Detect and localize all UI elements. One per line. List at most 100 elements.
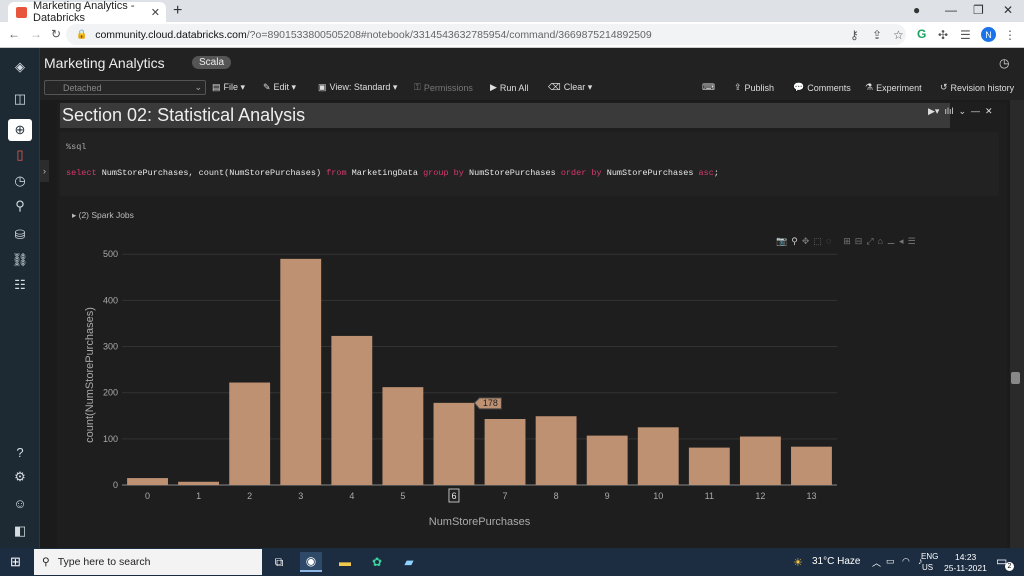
schedule-clock-icon[interactable]: ◷ (999, 56, 1009, 70)
chrome-taskbar-icon[interactable]: ◉ (300, 552, 322, 572)
bar-chart[interactable]: 0100200300400500 012345678910111213 NumS… (57, 245, 857, 535)
persona-switcher-icon[interactable]: ◫ (8, 88, 32, 110)
bar[interactable] (127, 478, 168, 485)
cluster-selector[interactable]: Detached ⌄ (44, 80, 206, 95)
spike-lines-icon[interactable]: ⚊ (887, 236, 895, 247)
clear-menu[interactable]: ⌫ Clear ▾ (548, 82, 592, 93)
battery-icon[interactable]: ▭ (886, 556, 895, 567)
forward-icon[interactable]: → (30, 27, 42, 41)
edit-menu[interactable]: ✎ Edit ▾ (263, 82, 296, 93)
bar[interactable] (586, 435, 628, 485)
reset-axes-icon[interactable]: ⌂ (878, 236, 883, 247)
help-icon[interactable]: ? (8, 441, 32, 463)
bar[interactable] (791, 446, 832, 485)
new-tab-button[interactable]: + (173, 2, 182, 20)
view-menu[interactable]: ▣ View: Standard ▾ (318, 82, 397, 93)
bar[interactable] (688, 447, 730, 485)
window-close-icon[interactable]: ✕ (1003, 3, 1013, 17)
language-badge[interactable]: Scala (192, 56, 232, 69)
bar[interactable] (739, 436, 781, 485)
weather-text[interactable]: 31°C Haze (812, 556, 860, 567)
browser-menu-icon[interactable]: ⋮ (1004, 28, 1016, 42)
revision-history-button[interactable]: ↺ Revision history (940, 82, 1014, 93)
windows-start-icon[interactable]: ⊞ (10, 554, 21, 570)
y-tick-label: 400 (103, 295, 118, 305)
language-bottom[interactable]: US (922, 563, 933, 572)
wifi-icon[interactable]: ◠ (902, 556, 910, 567)
minimize-icon[interactable]: — (945, 3, 957, 17)
cell-menu-chevron-icon[interactable]: ⌄ (958, 106, 966, 117)
taskbar-search[interactable]: ⚲ Type here to search (34, 549, 262, 575)
clock-time[interactable]: 14:23 (955, 552, 976, 562)
hover-compare-icon[interactable]: ☰ (908, 236, 916, 247)
notepad-icon[interactable]: ▰ (398, 552, 420, 572)
clusters-icon[interactable]: ⛓ (8, 249, 32, 271)
bar[interactable] (535, 416, 577, 485)
profile-avatar[interactable]: N (981, 27, 996, 42)
bar[interactable] (280, 258, 322, 485)
url-field[interactable]: 🔒 community.cloud.databricks.com/?o=8901… (66, 24, 906, 45)
minimize-cell-icon[interactable]: — (971, 106, 980, 117)
run-cell-icon[interactable]: ▶▾ (928, 106, 939, 117)
create-icon[interactable]: ⊕ (8, 119, 32, 141)
grammarly-extension-icon[interactable]: G (917, 27, 926, 41)
workspace-icon[interactable]: ▯ (8, 144, 32, 166)
recents-clock-icon[interactable]: ◷ (8, 170, 32, 192)
browser-tab[interactable]: Marketing Analytics - Databricks ✕ (8, 0, 166, 24)
bookmark-star-icon[interactable]: ☆ (893, 28, 904, 42)
reading-list-icon[interactable]: ☰ (960, 28, 971, 42)
code-editor[interactable]: %sql select NumStorePurchases, count(Num… (60, 132, 999, 196)
scrollbar-thumb[interactable] (1011, 372, 1020, 384)
clock-date[interactable]: 25-11-2021 (944, 563, 987, 573)
language-top[interactable]: ENG (921, 552, 938, 561)
chart-options-icon[interactable]: ılıl (944, 106, 953, 117)
restore-icon[interactable]: ❐ (973, 3, 984, 17)
bar[interactable] (382, 387, 424, 485)
experiment-button[interactable]: ⚗ Experiment (865, 82, 922, 93)
app-icon[interactable]: ✿ (366, 552, 388, 572)
chevron-down-icon: ⌄ (194, 82, 202, 92)
notebook-title[interactable]: Marketing Analytics (44, 55, 165, 71)
extensions-puzzle-icon[interactable]: ✣ (938, 28, 948, 42)
data-icon[interactable]: ⛁ (8, 224, 32, 246)
tray-chevron-icon[interactable]: ︿ (872, 556, 881, 569)
tab-close-icon[interactable]: ✕ (151, 6, 160, 19)
databricks-logo-icon[interactable]: ◈ (8, 56, 32, 78)
back-icon[interactable]: ← (8, 27, 20, 41)
sql-identifier: NumStorePurchases (601, 168, 699, 178)
search-icon[interactable]: ⚲ (8, 195, 32, 217)
bar[interactable] (178, 481, 220, 485)
profile-menu-icon[interactable]: ● (913, 3, 920, 17)
settings-gear-icon[interactable]: ⚙ (8, 466, 32, 488)
bar[interactable] (229, 382, 271, 485)
comments-button[interactable]: 💬 Comments (793, 82, 851, 93)
permissions-button[interactable]: ⚿ Permissions (414, 82, 473, 93)
y-tick-label: 300 (103, 342, 118, 352)
run-all-button[interactable]: ▶ Run All (490, 82, 528, 93)
user-icon[interactable]: ☺ (8, 492, 32, 514)
file-explorer-icon[interactable]: ▬ (334, 552, 356, 572)
file-menu[interactable]: ▤ File ▾ (212, 82, 245, 93)
bar[interactable] (637, 427, 679, 485)
url-host: community.cloud.databricks.com (95, 28, 247, 41)
share-icon[interactable]: ⇪ (872, 28, 882, 42)
delete-cell-icon[interactable]: ✕ (985, 106, 993, 117)
sidebar-toggle-icon[interactable]: ◧ (8, 520, 32, 542)
weather-icon[interactable]: ☀ (793, 556, 803, 569)
hover-closest-icon[interactable]: ◂ (899, 236, 904, 247)
x-tick-label: 2 (247, 491, 252, 501)
bar[interactable] (484, 419, 526, 485)
key-icon[interactable]: ⚷ (850, 28, 859, 42)
sidebar-expand-handle[interactable]: › (40, 160, 49, 182)
reload-icon[interactable]: ↻ (51, 27, 61, 41)
task-view-icon[interactable]: ⧉ (268, 552, 290, 572)
autoscale-icon[interactable]: ⤢ (866, 236, 873, 247)
edit-menu-label: Edit ▾ (273, 82, 297, 92)
bar[interactable] (433, 402, 475, 485)
page-scrollbar[interactable] (1010, 100, 1024, 548)
publish-button[interactable]: ⇪ Publish (734, 82, 774, 93)
keyboard-shortcuts-icon[interactable]: ⌨ (702, 82, 715, 93)
bar[interactable] (331, 335, 373, 485)
jobs-icon[interactable]: ☷ (8, 274, 32, 296)
spark-jobs-toggle[interactable]: ▸ (2) Spark Jobs (72, 210, 134, 221)
